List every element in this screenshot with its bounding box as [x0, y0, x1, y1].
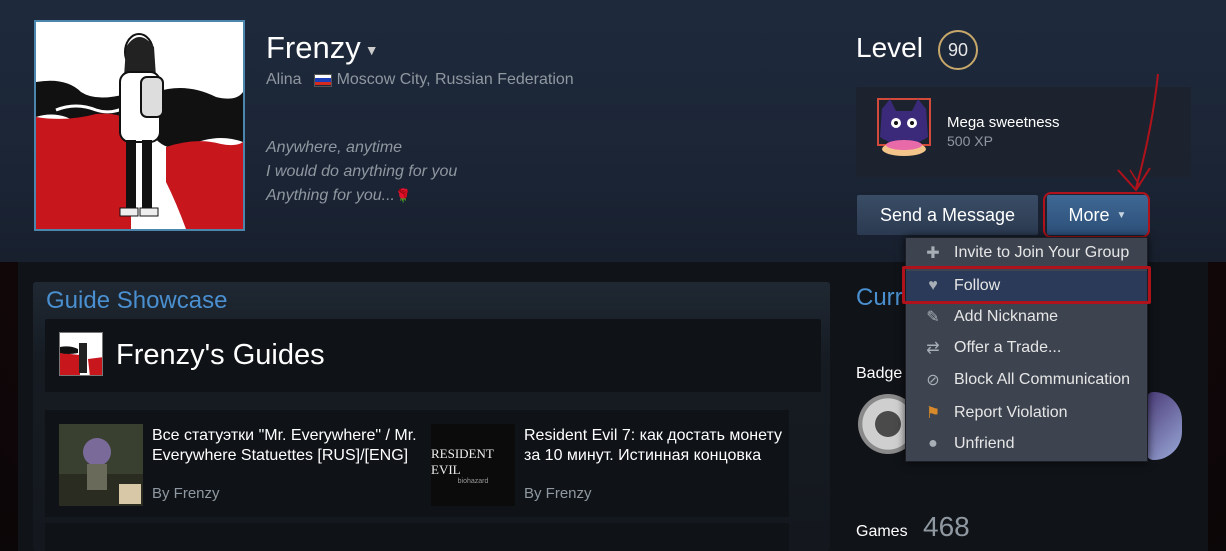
badge-name: Mega sweetness [947, 114, 1060, 131]
guide-thumbnail [59, 424, 143, 506]
guide-card[interactable]: Все статуэтки "Mr. Everywhere" / Mr. Eve… [59, 424, 419, 514]
persona-name: Frenzy [266, 30, 361, 65]
menu-item-label: Offer a Trade... [954, 339, 1062, 356]
badge-xp: 500 XP [947, 133, 993, 149]
summary-line: Anything for you... [266, 187, 395, 204]
menu-item-label: Invite to Join Your Group [954, 244, 1130, 261]
level-label: Level [856, 32, 923, 63]
guides-avatar [59, 332, 103, 376]
guides-header[interactable]: Frenzy's Guides [45, 319, 821, 392]
menu-item-add-nickname[interactable]: ✎ Add Nickname [906, 302, 1147, 332]
thumbnail-title: RESIDENT EVIL [431, 445, 494, 477]
guide-title: Resident Evil 7: как достать монету за 1… [524, 427, 782, 464]
send-message-button[interactable]: Send a Message [857, 195, 1038, 235]
showcase-title: Guide Showcase [46, 287, 228, 314]
follow-highlight [902, 266, 1151, 304]
persona-dropdown-caret-icon[interactable]: ▼ [365, 42, 379, 58]
guide-thumbnail: RESIDENT EVIL biohazard [431, 424, 515, 506]
badge-icon[interactable] [1146, 392, 1182, 460]
guide-card[interactable]: RESIDENT EVIL biohazard Resident Evil 7:… [431, 424, 791, 514]
profile-avatar[interactable] [34, 20, 245, 231]
block-icon: ⊘ [926, 372, 940, 389]
level-badge[interactable]: 90 [938, 30, 978, 70]
current-section-label: Curr [856, 284, 903, 311]
guide-author: By Frenzy [524, 485, 592, 502]
games-label[interactable]: Games [856, 523, 908, 541]
summary-line: Anywhere, anytime [266, 139, 403, 156]
thumbnail-subtitle: biohazard [457, 477, 489, 485]
real-name: Alina [266, 71, 302, 88]
guides-header-title: Frenzy's Guides [116, 339, 325, 371]
real-info: Alina Moscow City, Russian Federation [266, 71, 574, 89]
rose-icon: 🌹 [394, 188, 412, 203]
guide-showcase: Guide Showcase Frenzy's Guides Все стату… [33, 282, 830, 551]
summary-line: I would do anything for you [266, 163, 458, 180]
russia-flag-icon [313, 73, 332, 87]
trade-arrows-icon: ⇄ [926, 340, 940, 357]
flag-icon: ⚑ [925, 405, 941, 422]
menu-item-label: Unfriend [954, 435, 1015, 452]
persona-name-row[interactable]: Frenzy ▼ [266, 30, 379, 66]
menu-item-offer-trade[interactable]: ⇄ Offer a Trade... [906, 333, 1147, 363]
badges-label[interactable]: Badge [856, 365, 902, 383]
games-count[interactable]: 468 [923, 511, 970, 543]
invite-group-icon: ✚ [926, 245, 940, 262]
mega-sweetness-badge-icon [877, 98, 931, 156]
location: Moscow City, Russian Federation [336, 71, 574, 88]
annotation-arrow [1117, 73, 1159, 192]
person-icon: ● [928, 435, 938, 452]
pencil-icon: ✎ [926, 309, 940, 326]
menu-item-report[interactable]: ⚑ Report Violation [906, 398, 1147, 428]
menu-item-label: Block All Communication [954, 371, 1131, 388]
guide-author: By Frenzy [152, 485, 220, 502]
profile-summary: Anywhere, anytime I would do anything fo… [266, 136, 457, 208]
profile-header: Frenzy ▼ Alina Moscow City, Russian Feder… [0, 0, 1226, 262]
guide-row [45, 523, 789, 551]
menu-item-label: Report Violation [954, 404, 1068, 421]
menu-item-block[interactable]: ⊘ Block All Communication [906, 365, 1147, 395]
menu-item-label: Add Nickname [954, 308, 1059, 325]
menu-item-unfriend[interactable]: ● Unfriend [906, 429, 1147, 459]
guide-title: Все статуэтки "Mr. Everywhere" / Mr. Eve… [152, 427, 417, 464]
menu-item-invite-group[interactable]: ✚ Invite to Join Your Group [906, 238, 1147, 268]
